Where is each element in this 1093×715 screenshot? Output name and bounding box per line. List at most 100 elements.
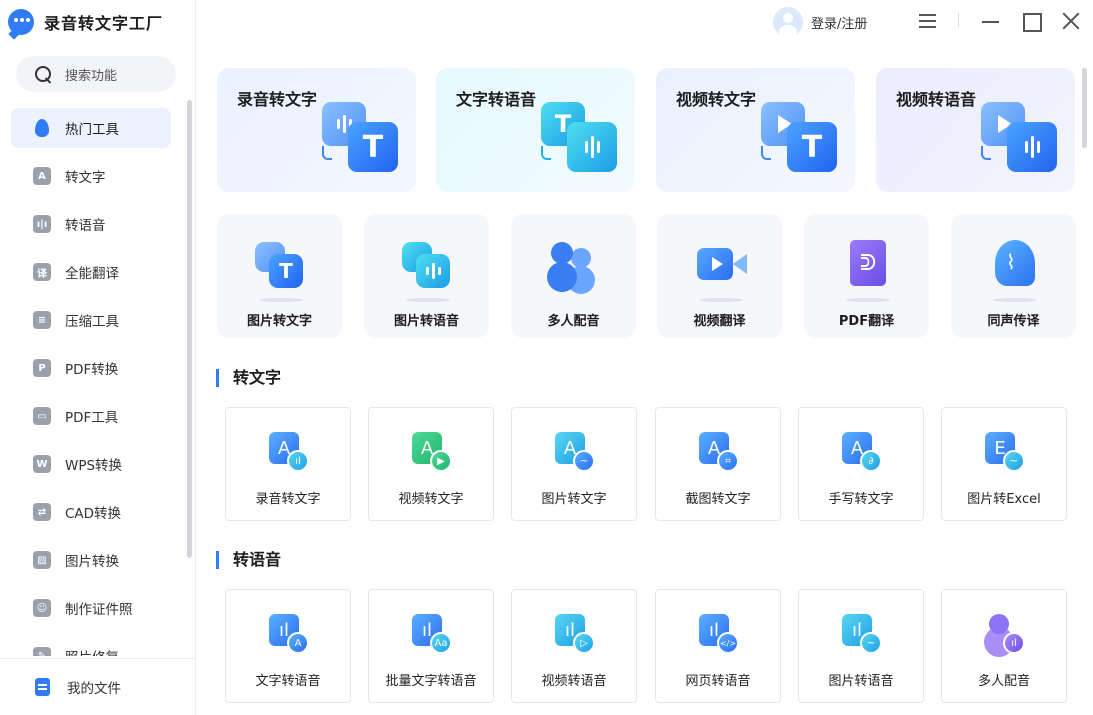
brand: 录音转文字工厂: [8, 8, 163, 36]
audio-convert-icon: ı|ı: [33, 215, 51, 233]
search-placeholder: 搜索功能: [65, 68, 118, 84]
sidebar-item-label: 转语音: [65, 218, 106, 234]
sidebar-item-cad-convert[interactable]: ⇄ CAD转换: [11, 492, 171, 532]
sidebar-item-to-text[interactable]: A 转文字: [11, 156, 171, 196]
tool-video-translate[interactable]: 视频翻译: [657, 214, 782, 338]
close-icon[interactable]: [1059, 9, 1083, 33]
card-image-to-text[interactable]: A ~ 图片转文字: [511, 407, 637, 521]
person-voice-icon: ıl: [985, 614, 1031, 658]
user-login[interactable]: 登录/注册: [773, 7, 867, 37]
sidebar-item-id-photo[interactable]: ☺ 制作证件照: [11, 588, 171, 628]
video-to-speech-icon: ıl ▷: [555, 614, 601, 658]
feature-label: 视频转语音: [896, 90, 977, 109]
video-camera-icon: [693, 240, 747, 302]
card-batch-text-to-speech[interactable]: ıl Aa 批量文字转语音: [368, 589, 494, 703]
pdf-document-icon: ᕲ: [840, 240, 894, 302]
feature-label: 视频转文字: [676, 90, 757, 109]
tool-label: 图片转文字: [246, 314, 312, 329]
feature-card-audio-to-text[interactable]: 录音转文字 T: [217, 68, 416, 192]
sidebar-item-pdf-tools[interactable]: ▭ PDF工具: [11, 396, 171, 436]
video-to-text-icon: A ▶: [412, 432, 458, 476]
sidebar-item-label: PDF转换: [65, 362, 119, 378]
people-icon: [547, 240, 601, 292]
tool-label: 多人配音: [547, 314, 600, 329]
video-to-speech-icon: [979, 102, 1059, 172]
card-label: 截图转文字: [685, 492, 751, 507]
feature-label: 文字转语音: [456, 90, 537, 109]
menu-icon[interactable]: [916, 9, 940, 33]
divider: [958, 13, 959, 27]
search-icon: [34, 65, 52, 83]
avatar-icon: [773, 7, 803, 37]
sidebar-item-image-convert[interactable]: ▨ 图片转换: [11, 540, 171, 580]
image-to-text-icon: A ~: [555, 432, 601, 476]
flame-icon: [33, 119, 51, 137]
card-webpage-to-speech[interactable]: ıl </> 网页转语音: [655, 589, 781, 703]
card-video-to-text[interactable]: A ▶ 视频转文字: [368, 407, 494, 521]
sidebar-item-translate[interactable]: 译 全能翻译: [11, 252, 171, 292]
card-multi-voice-dubbing[interactable]: ıl 多人配音: [941, 589, 1067, 703]
my-files-button[interactable]: 我的文件: [0, 658, 195, 715]
section-title-to-text: 转文字: [216, 369, 281, 387]
screenshot-to-text-icon: A ⌗: [699, 432, 745, 476]
image-to-excel-icon: E ~: [985, 432, 1031, 476]
sidebar-item-photo-repair[interactable]: ✎ 照片修复: [11, 636, 171, 656]
sidebar-item-label: 全能翻译: [65, 266, 119, 282]
tool-pdf-translate[interactable]: ᕲ PDF翻译: [804, 214, 929, 338]
card-label: 批量文字转语音: [385, 674, 477, 689]
sidebar-item-pdf-convert[interactable]: P PDF转换: [11, 348, 171, 388]
card-label: 图片转文字: [541, 492, 607, 507]
login-register-link[interactable]: 登录/注册: [811, 13, 867, 32]
card-text-to-speech[interactable]: ıl A 文字转语音: [225, 589, 351, 703]
sidebar: 录音转文字工厂 搜索功能 热门工具 A 转文字 ı|ı 转语音 译 全能翻译 ≡…: [0, 0, 196, 715]
tool-simultaneous-interpretation[interactable]: 同声传译: [951, 214, 1076, 338]
cad-icon: ⇄: [33, 503, 51, 521]
image-to-speech-icon: ıl ~: [842, 614, 888, 658]
sidebar-item-label: 图片转换: [65, 554, 119, 570]
feature-card-video-to-text[interactable]: 视频转文字 T: [656, 68, 855, 192]
sidebar-nav: 热门工具 A 转文字 ı|ı 转语音 译 全能翻译 ≡ 压缩工具 P PDF转换…: [11, 108, 171, 656]
tool-image-to-text[interactable]: T 图片转文字: [217, 214, 342, 338]
text-to-speech-icon: ıl A: [269, 614, 315, 658]
image-to-text-icon: T: [253, 240, 307, 302]
minimize-icon[interactable]: [979, 9, 1003, 33]
tool-image-to-speech[interactable]: 图片转语音: [364, 214, 489, 338]
wps-icon: W: [33, 455, 51, 473]
sidebar-scrollbar[interactable]: [187, 100, 192, 558]
text-to-speech-icon: T: [539, 102, 619, 172]
tool-label: PDF翻译: [838, 314, 895, 329]
sidebar-item-label: 照片修复: [65, 646, 119, 656]
card-handwriting-to-text[interactable]: A ∂ 手写转文字: [798, 407, 924, 521]
search-box[interactable]: 搜索功能: [16, 56, 176, 92]
handwriting-to-text-icon: A ∂: [842, 432, 888, 476]
card-screenshot-to-text[interactable]: A ⌗ 截图转文字: [655, 407, 781, 521]
card-label: 文字转语音: [255, 674, 321, 689]
head-waveform-icon: [987, 240, 1041, 302]
feature-card-video-to-speech[interactable]: 视频转语音: [876, 68, 1075, 192]
card-video-to-speech[interactable]: ıl ▷ 视频转语音: [511, 589, 637, 703]
card-label: 录音转文字: [255, 492, 321, 507]
section-title-to-speech: 转语音: [216, 551, 281, 569]
video-to-text-icon: T: [759, 102, 839, 172]
sidebar-item-to-speech[interactable]: ı|ı 转语音: [11, 204, 171, 244]
sidebar-item-label: 制作证件照: [65, 602, 133, 618]
main-scrollbar[interactable]: [1082, 68, 1087, 148]
tool-label: 图片转语音: [393, 314, 459, 329]
pdf-convert-icon: P: [33, 359, 51, 377]
card-audio-to-text[interactable]: A ıl 录音转文字: [225, 407, 351, 521]
sidebar-item-hot-tools[interactable]: 热门工具: [11, 108, 171, 148]
webpage-to-speech-icon: ıl </>: [699, 614, 745, 658]
tool-multi-voice-dubbing[interactable]: 多人配音: [511, 214, 636, 338]
app-title: 录音转文字工厂: [44, 14, 164, 33]
sidebar-item-wps-convert[interactable]: W WPS转换: [11, 444, 171, 484]
card-image-to-excel[interactable]: E ~ 图片转Excel: [941, 407, 1067, 521]
card-label: 手写转文字: [828, 492, 894, 507]
image-to-speech-icon: [400, 240, 454, 302]
card-label: 网页转语音: [685, 674, 751, 689]
maximize-icon[interactable]: [1019, 9, 1043, 33]
sidebar-item-compress[interactable]: ≡ 压缩工具: [11, 300, 171, 340]
card-label: 视频转语音: [541, 674, 607, 689]
feature-card-text-to-speech[interactable]: 文字转语音 T: [436, 68, 635, 192]
card-image-to-speech[interactable]: ıl ~ 图片转语音: [798, 589, 924, 703]
tool-label: 同声传译: [987, 314, 1040, 329]
